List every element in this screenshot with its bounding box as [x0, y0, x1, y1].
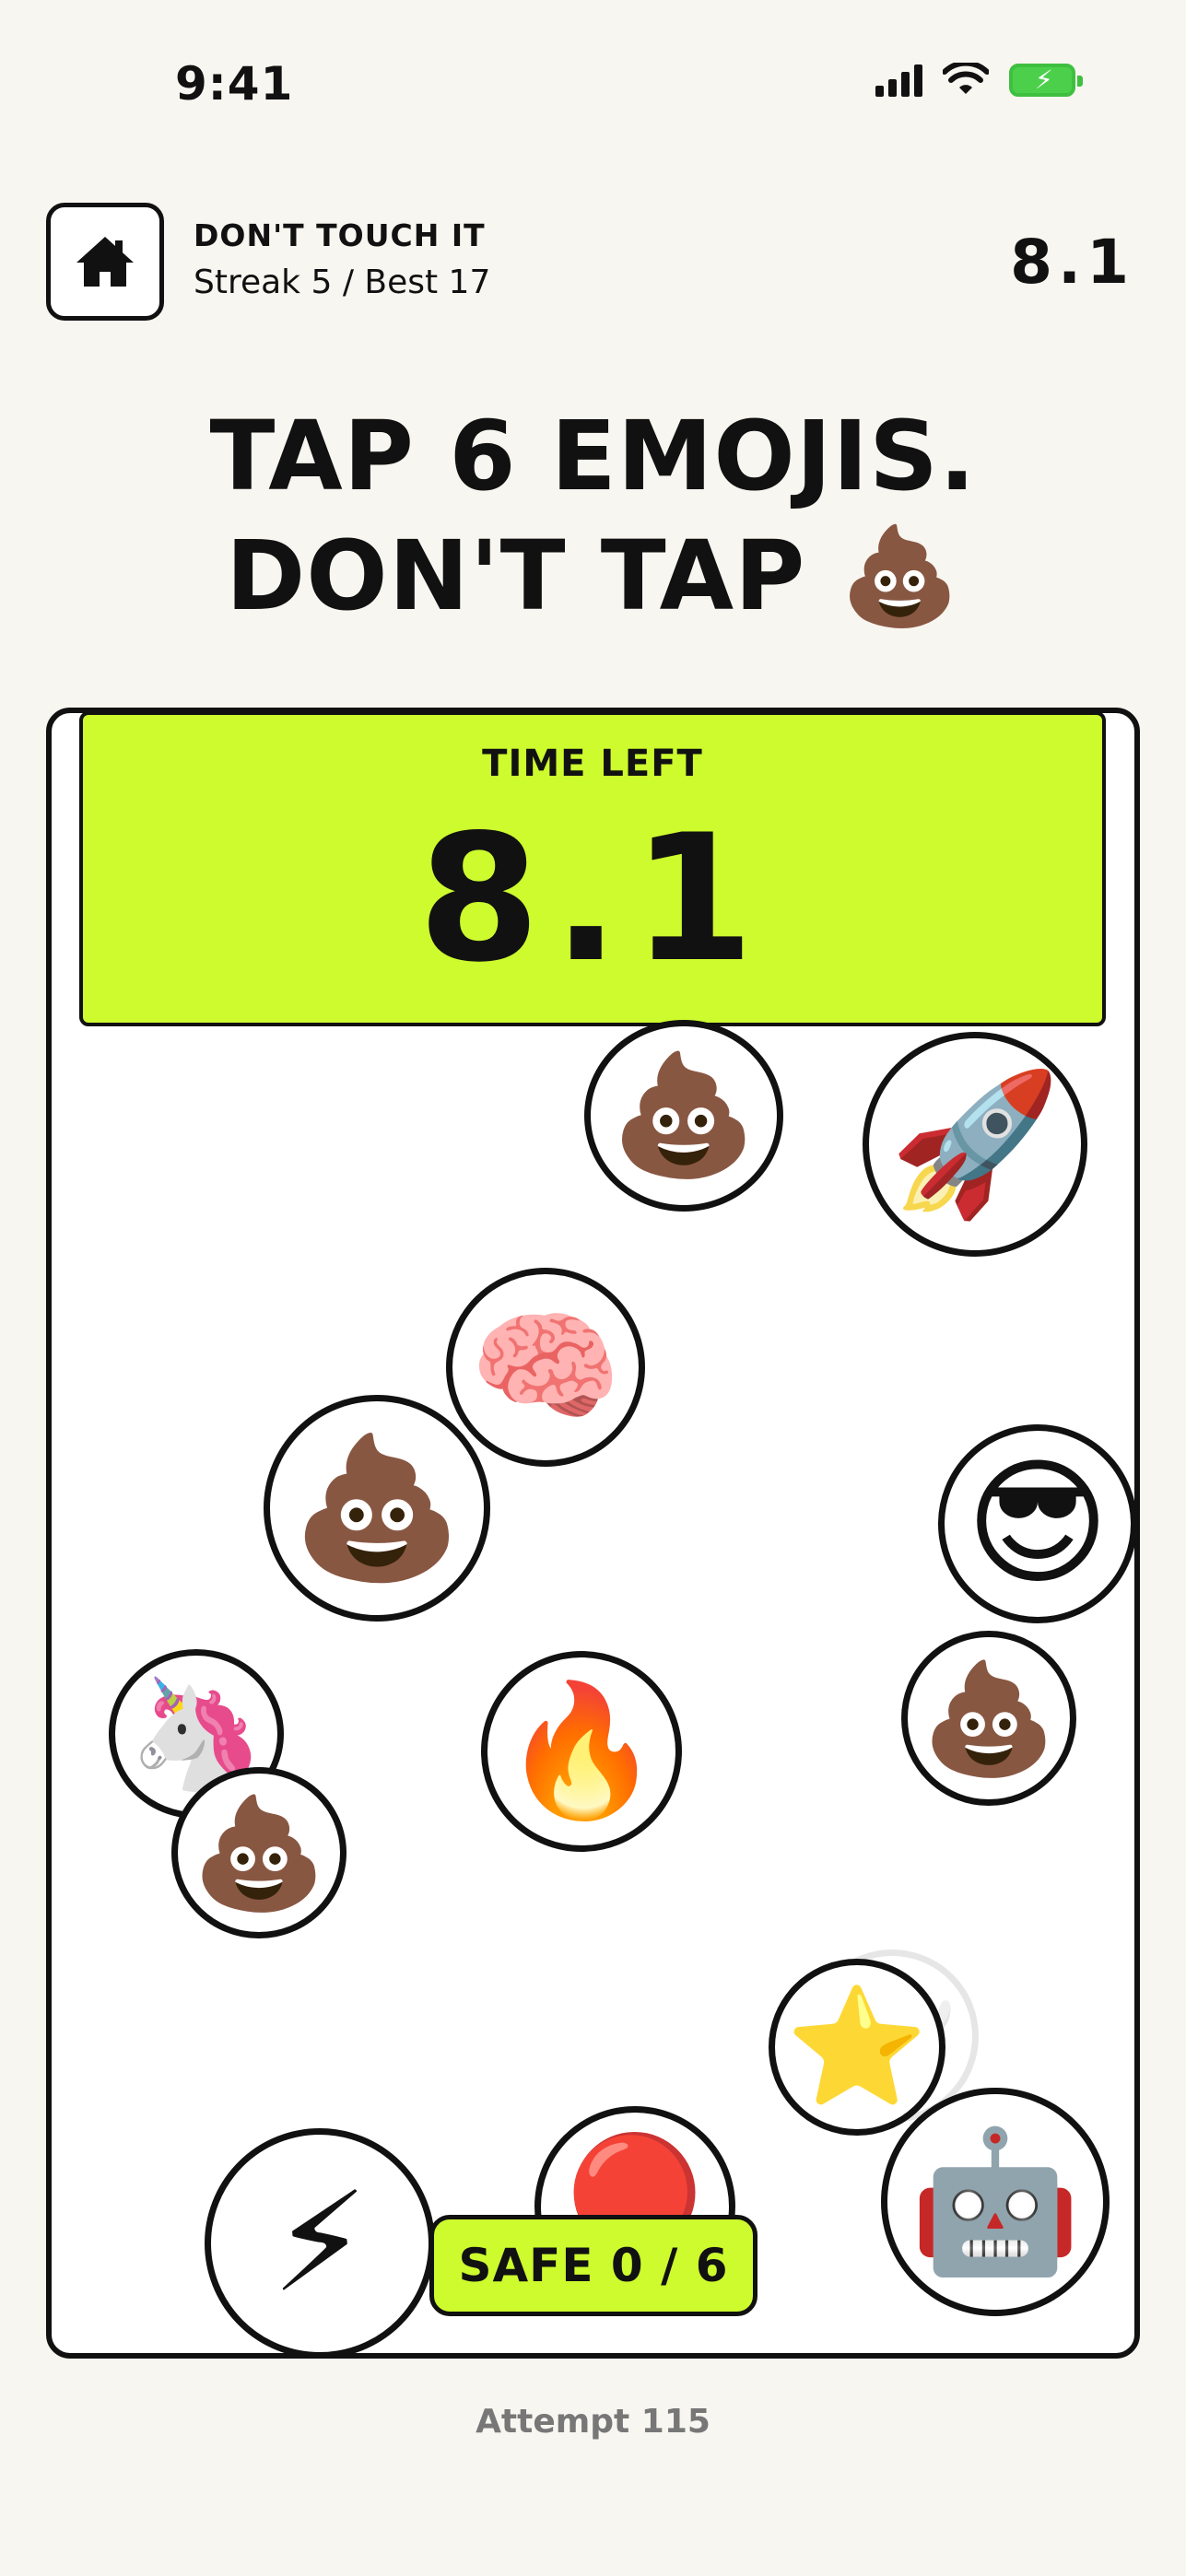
- star-emoji[interactable]: ⭐: [769, 1959, 945, 2136]
- time-left-value: 8.1: [417, 797, 768, 1001]
- poop-icon: 💩: [290, 1428, 464, 1588]
- poop-icon: 💩: [921, 1655, 1057, 1782]
- safe-counter: SAFE 0 / 6: [429, 2215, 757, 2316]
- attempt-counter: Attempt 115: [476, 2403, 710, 2441]
- game-title: DON'T TOUCH IT: [194, 217, 486, 253]
- brain-icon: 🧠: [469, 1296, 622, 1438]
- poop-emoji-bottom-left[interactable]: 💩: [171, 1767, 346, 1938]
- lightning-icon: ⚡: [271, 2163, 369, 2324]
- streak-text: Streak 5 / Best 17: [194, 263, 491, 301]
- status-icons: ⚡: [875, 63, 1083, 98]
- time-left-panel: TIME LEFT 8.1: [79, 711, 1106, 1026]
- wifi-icon: [943, 63, 989, 94]
- poop-icon: 💩: [610, 1047, 757, 1184]
- home-button[interactable]: [46, 203, 164, 321]
- star-icon: ⭐: [785, 1981, 929, 2113]
- brain-emoji[interactable]: 🧠: [446, 1268, 645, 1467]
- sunglasses-emoji[interactable]: 😎: [938, 1424, 1137, 1623]
- instruction-line-2: DON'T TAP 💩: [225, 520, 961, 632]
- fire-emoji[interactable]: 🔥: [481, 1651, 682, 1852]
- fire-icon: 🔥: [500, 1676, 663, 1826]
- poop-emoji-right[interactable]: 💩: [901, 1631, 1076, 1806]
- sunglasses-face-icon: 😎: [965, 1444, 1110, 1604]
- cellular-signal-icon: [875, 64, 922, 97]
- rocket-icon: 🚀: [888, 1064, 1062, 1224]
- status-time: 9:41: [175, 57, 294, 111]
- battery-charging-icon: ⚡: [1009, 64, 1083, 97]
- rocket-emoji[interactable]: 🚀: [863, 1032, 1087, 1257]
- home-icon: [76, 237, 134, 287]
- time-left-label: TIME LEFT: [482, 743, 703, 785]
- poop-icon: 💩: [191, 1789, 327, 1916]
- poop-emoji-top[interactable]: 💩: [584, 1020, 783, 1212]
- robot-icon: 🤖: [909, 2122, 1082, 2282]
- poop-emoji-left[interactable]: 💩: [264, 1395, 490, 1622]
- robot-emoji[interactable]: 🤖: [881, 2088, 1110, 2316]
- lightning-emoji[interactable]: ⚡: [205, 2128, 435, 2359]
- header-timer: 8.1: [1010, 227, 1134, 298]
- instruction-line-1: TAP 6 EMOJIS.: [209, 400, 977, 512]
